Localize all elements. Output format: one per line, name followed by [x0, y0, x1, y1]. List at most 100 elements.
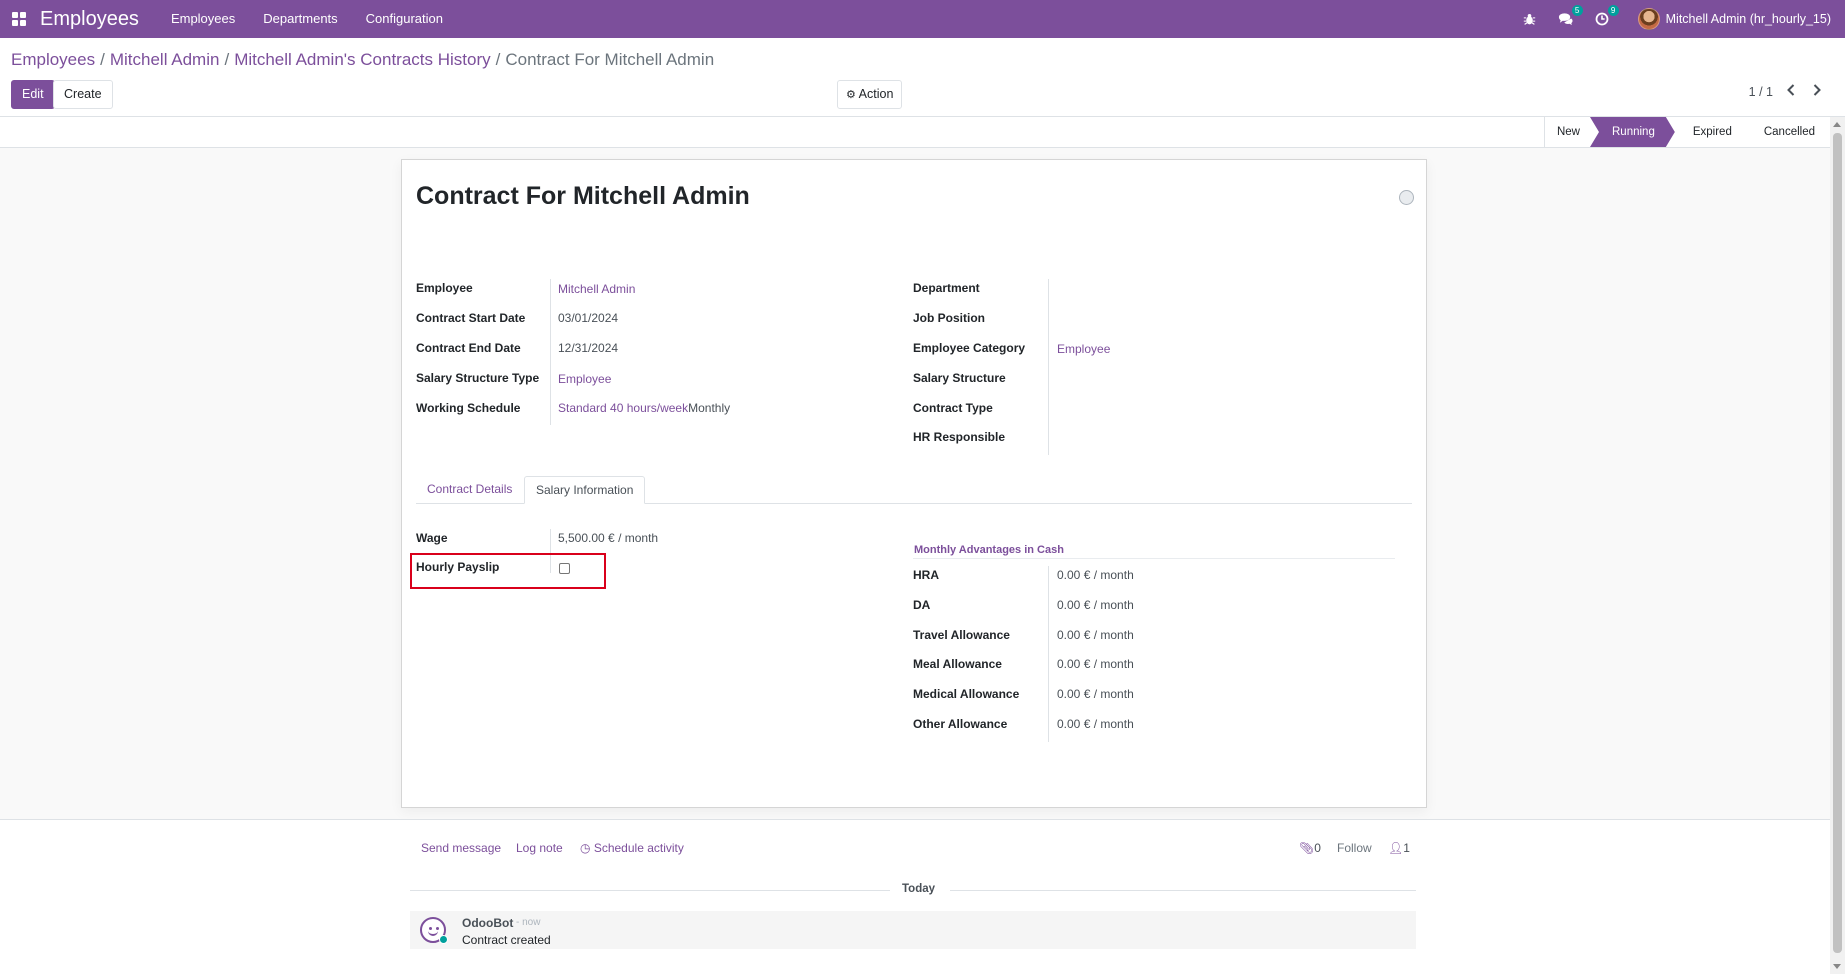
breadcrumb-contracts-history[interactable]: Mitchell Admin's Contracts History — [234, 50, 490, 70]
hra-label: HRA — [913, 568, 939, 582]
schedule-pay-value: Monthly — [688, 401, 731, 415]
employee-label: Employee — [416, 281, 473, 295]
message-date: - now — [516, 917, 541, 928]
employee-category-label: Employee Category — [913, 341, 1026, 355]
control-panel: Employees / Mitchell Admin / Mitchell Ad… — [0, 38, 1845, 117]
wage-unit: / month — [618, 531, 659, 545]
employee-category-value[interactable]: Employee — [1057, 342, 1110, 356]
schedule-activity-button[interactable]: ◷ Schedule activity — [580, 841, 684, 855]
da-label: DA — [913, 598, 931, 612]
top-navbar: Employees Employees Departments Configur… — [0, 0, 1845, 38]
user-icon: 👤︎ — [1388, 841, 1404, 855]
menu-configuration[interactable]: Configuration — [352, 0, 457, 38]
log-note-button[interactable]: Log note — [516, 841, 563, 855]
app-title[interactable]: Employees — [40, 8, 139, 31]
pager-next-icon[interactable] — [1808, 80, 1826, 100]
other-allowance-value[interactable]: 0.00 € / month — [1057, 717, 1134, 731]
date-label: Today — [896, 883, 942, 895]
create-button[interactable]: Create — [53, 80, 113, 109]
attachments-button[interactable]: 📎︎0 — [1299, 841, 1321, 855]
gear-icon: ⚙ — [846, 89, 856, 101]
action-button[interactable]: ⚙ Action — [837, 80, 903, 109]
stage-new[interactable]: New — [1544, 117, 1594, 147]
da-value[interactable]: 0.00 € / month — [1057, 598, 1134, 612]
page-scrollbar[interactable] — [1830, 117, 1845, 974]
travel-amount: 0.00 € — [1057, 628, 1091, 642]
status-bar: New Running Expired Cancelled — [1543, 117, 1829, 147]
apps-menu-icon[interactable] — [0, 0, 38, 38]
da-amount: 0.00 € — [1057, 598, 1091, 612]
kanban-state-indicator[interactable] — [1399, 190, 1414, 205]
user-menu[interactable]: Mitchell Admin (hr_hourly_15) — [1637, 8, 1831, 30]
separator-line-left — [410, 890, 890, 891]
hra-value[interactable]: 0.00 € / month — [1057, 568, 1134, 582]
debug-bug-icon[interactable] — [1522, 11, 1538, 27]
contract-start-date-value[interactable]: 03/01/2024 — [558, 311, 618, 325]
messages-icon[interactable]: 5 — [1558, 5, 1583, 27]
activities-badge: 9 — [1607, 5, 1619, 16]
follow-button[interactable]: Follow — [1337, 841, 1372, 855]
followers-button[interactable]: 👤︎1 — [1388, 841, 1410, 855]
wage-value[interactable]: 5,500.00 € / month — [558, 531, 658, 545]
attachments-count: 0 — [1314, 841, 1321, 855]
menu-employees[interactable]: Employees — [157, 0, 249, 38]
pager-previous-icon[interactable] — [1782, 80, 1800, 100]
menu-departments[interactable]: Departments — [249, 0, 351, 38]
department-label: Department — [913, 281, 980, 295]
medical-unit: / month — [1093, 687, 1134, 701]
stage-cancelled[interactable]: Cancelled — [1745, 117, 1829, 147]
working-schedule-value: Standard 40 hours/weekMonthly — [558, 401, 730, 415]
user-avatar — [1637, 8, 1660, 30]
meal-unit: / month — [1093, 657, 1134, 671]
employee-value[interactable]: Mitchell Admin — [558, 282, 635, 296]
job-position-label: Job Position — [913, 311, 985, 325]
activities-clock-icon[interactable]: 9 — [1594, 5, 1619, 27]
followers-count: 1 — [1403, 841, 1410, 855]
scroll-thumb[interactable] — [1833, 133, 1842, 953]
monthly-advantages-title: Monthly Advantages in Cash — [914, 544, 1064, 556]
form-sheet: Contract For Mitchell Admin Employee Mit… — [401, 159, 1427, 808]
contract-end-date-value[interactable]: 12/31/2024 — [558, 341, 618, 355]
messages-badge: 5 — [1571, 5, 1583, 16]
edit-button[interactable]: Edit — [11, 80, 55, 109]
contract-title[interactable]: Contract For Mitchell Admin — [416, 182, 750, 211]
contract-start-date-label: Contract Start Date — [416, 311, 526, 325]
breadcrumb-employees[interactable]: Employees — [11, 50, 95, 70]
working-schedule-link[interactable]: Standard 40 hours/week — [558, 401, 688, 415]
pager-value[interactable]: 1 / 1 — [1749, 85, 1773, 99]
notebook-tabs: Contract Details Salary Information — [416, 476, 1412, 504]
advantages-group-divider — [1048, 566, 1049, 742]
stage-expired[interactable]: Expired — [1674, 117, 1746, 147]
separator-line-right — [950, 890, 1416, 891]
tab-contract-details[interactable]: Contract Details — [416, 476, 523, 504]
action-label: Action — [858, 87, 894, 101]
salary-structure-type-value[interactable]: Employee — [558, 372, 611, 386]
paperclip-icon: 📎︎ — [1299, 841, 1315, 855]
contract-type-label: Contract Type — [913, 401, 993, 415]
scroll-up-arrow-icon[interactable] — [1833, 122, 1841, 127]
medical-allowance-value[interactable]: 0.00 € / month — [1057, 687, 1134, 701]
breadcrumb-separator: / — [224, 50, 230, 69]
breadcrumb-mitchell-admin[interactable]: Mitchell Admin — [110, 50, 220, 70]
da-unit: / month — [1093, 598, 1134, 612]
breadcrumb-current: Contract For Mitchell Admin — [505, 50, 715, 69]
wage-amount: 5,500.00 € — [558, 531, 615, 545]
meal-allowance-value[interactable]: 0.00 € / month — [1057, 657, 1134, 671]
scroll-down-arrow-icon[interactable] — [1833, 964, 1841, 969]
hra-amount: 0.00 € — [1057, 568, 1091, 582]
travel-allowance-value[interactable]: 0.00 € / month — [1057, 628, 1134, 642]
odoobot-avatar-icon[interactable] — [420, 917, 448, 944]
section-divider — [913, 558, 1395, 559]
other-amount: 0.00 € — [1057, 717, 1091, 731]
other-unit: / month — [1093, 717, 1134, 731]
travel-allowance-label: Travel Allowance — [913, 628, 1010, 642]
highlight-box — [410, 553, 606, 589]
send-message-button[interactable]: Send message — [421, 841, 501, 855]
travel-unit: / month — [1093, 628, 1134, 642]
hra-unit: / month — [1093, 568, 1134, 582]
message-author[interactable]: OdooBot — [462, 916, 513, 930]
stage-running[interactable]: Running — [1590, 117, 1675, 147]
contract-end-date-label: Contract End Date — [416, 341, 521, 355]
tab-salary-information[interactable]: Salary Information — [524, 476, 646, 504]
breadcrumb-separator: / — [100, 50, 105, 69]
